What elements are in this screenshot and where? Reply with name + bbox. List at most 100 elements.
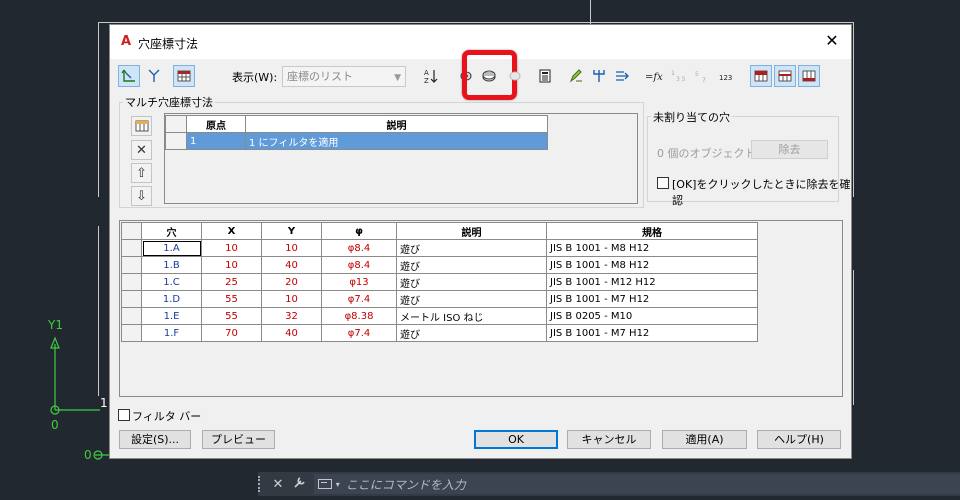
renumber-gray-icon[interactable]: 57 [692,65,714,87]
spec-cell[interactable]: JIS B 0205 - M10 [546,307,758,325]
move-down-button[interactable]: ⇩ [131,186,152,206]
command-bar-grip[interactable] [258,476,264,492]
column-header-description[interactable]: 説明 [396,222,547,240]
filter-bar-checkbox[interactable] [118,409,130,421]
table-row[interactable]: 1.B 10 40 φ8.4 遊び JIS B 1001 - M8 H12 [121,256,758,274]
description-cell[interactable]: 遊び [396,239,547,257]
x-cell[interactable]: 55 [201,290,262,308]
x-cell[interactable]: 55 [201,307,262,325]
cancel-button[interactable]: キャンセル [567,430,651,449]
row-header[interactable] [121,239,142,257]
table-footer-button[interactable] [798,65,820,87]
hole-cell[interactable]: 1.A [141,239,202,257]
x-cell[interactable]: 25 [201,273,262,291]
column-header-y[interactable]: Y [261,222,322,240]
axis-direction-button[interactable] [143,65,165,87]
hole-cell[interactable]: 1.D [141,290,202,308]
description-cell[interactable]: 遊び [396,273,547,291]
hole-cell[interactable]: 1.E [141,307,202,325]
number-sequence-icon[interactable]: 123 [716,65,738,87]
add-row-button[interactable] [131,116,152,136]
dialog-close-button[interactable]: ✕ [823,31,841,51]
origin-select-button[interactable] [118,65,140,87]
x-cell[interactable]: 10 [201,256,262,274]
column-header-spec[interactable]: 規格 [546,222,758,240]
phi-cell[interactable]: φ7.4 [321,324,397,342]
apply-button[interactable]: 適用(A) [662,430,747,449]
edit-pencil-icon[interactable] [565,65,587,87]
hole-gray-button[interactable] [504,65,526,87]
calculator-icon[interactable] [534,65,556,87]
confirm-remove-checkbox[interactable] [657,177,669,189]
spec-cell[interactable]: JIS B 1001 - M8 H12 [546,239,758,257]
column-header-description[interactable]: 説明 [245,115,548,133]
table-row[interactable]: 1.F 70 40 φ7.4 遊び JIS B 1001 - M7 H12 [121,324,758,342]
y-cell[interactable]: 40 [261,256,322,274]
wrench-icon[interactable] [292,475,308,493]
spec-cell[interactable]: JIS B 1001 - M7 H12 [546,324,758,342]
drawing-frame-vertical-tick [590,0,591,24]
row-header[interactable] [121,256,142,274]
phi-cell[interactable]: φ8.4 [321,239,397,257]
description-cell[interactable]: 遊び [396,290,547,308]
y-cell[interactable]: 32 [261,307,322,325]
phi-cell[interactable]: φ8.4 [321,256,397,274]
drawing-frame-left [98,22,99,197]
column-header-hole[interactable]: 穴 [141,222,202,240]
svg-text:7: 7 [702,77,706,84]
y-cell[interactable]: 20 [261,273,322,291]
table-row[interactable]: 1.A 10 10 φ8.4 遊び JIS B 1001 - M8 H12 [121,239,758,257]
column-header-origin[interactable]: 原点 [186,115,246,133]
hole-cell[interactable]: 1.B [141,256,202,274]
display-dropdown[interactable]: 座標のリスト ▼ [282,66,406,87]
description-cell[interactable]: 遊び [396,324,547,342]
table-row[interactable]: 1.C 25 20 φ13 遊び JIS B 1001 - M12 H12 [121,273,758,291]
row-header[interactable] [121,307,142,325]
x-cell[interactable]: 70 [201,324,262,342]
formula-fx-icon[interactable]: =fx [643,65,665,87]
column-header-phi[interactable]: φ [321,222,397,240]
origin-cell[interactable]: 1 [186,132,246,150]
help-button[interactable]: ヘルプ(H) [757,430,841,449]
move-up-button[interactable]: ⇧ [131,163,152,183]
hole-cell[interactable]: 1.C [141,273,202,291]
spec-cell[interactable]: JIS B 1001 - M12 H12 [546,273,758,291]
phi-cell[interactable]: φ7.4 [321,290,397,308]
spec-cell[interactable]: JIS B 1001 - M7 H12 [546,290,758,308]
phi-cell[interactable]: φ13 [321,273,397,291]
close-icon[interactable]: ✕ [270,477,286,492]
table-title-button[interactable] [774,65,796,87]
x-cell[interactable]: 10 [201,239,262,257]
row-header[interactable] [121,273,142,291]
table-row[interactable]: 1.D 55 10 φ7.4 遊び JIS B 1001 - M7 H12 [121,290,758,308]
delete-row-button[interactable]: ✕ [131,140,152,160]
y-cell[interactable]: 10 [261,290,322,308]
column-header-x[interactable]: X [201,222,262,240]
description-cell[interactable]: 1 にフィルタを適用 [245,132,548,150]
table-header-button[interactable] [750,65,772,87]
remove-button[interactable]: 除去 [751,140,828,159]
ok-button[interactable]: OK [474,430,558,449]
row-header[interactable] [121,290,142,308]
fork-icon[interactable] [588,65,610,87]
row-header[interactable] [165,132,187,150]
phi-cell[interactable]: φ8.38 [321,307,397,325]
command-input[interactable]: ▾ ここにコマンドを入力 [313,474,960,494]
chevron-down-icon[interactable]: ▾ [336,480,340,489]
table-row[interactable]: 1 1 にフィルタを適用 [165,132,548,150]
description-cell[interactable]: メートル ISO ねじ [396,307,547,325]
hole-cell[interactable]: 1.F [141,324,202,342]
table-view-button[interactable] [173,65,195,87]
preview-button[interactable]: プレビュー [202,430,275,449]
table-row[interactable]: 1.E 55 32 φ8.38 メートル ISO ねじ JIS B 0205 -… [121,307,758,325]
ucs-zero-label: 0 [51,418,59,432]
spec-cell[interactable]: JIS B 1001 - M8 H12 [546,256,758,274]
y-cell[interactable]: 40 [261,324,322,342]
sort-az-button[interactable]: AZ [420,65,442,87]
settings-button[interactable]: 設定(S)... [119,430,191,449]
row-header[interactable] [121,324,142,342]
numbering-gray-icon[interactable]: 13 5 [668,65,690,87]
branch-right-icon[interactable] [611,65,633,87]
description-cell[interactable]: 遊び [396,256,547,274]
y-cell[interactable]: 10 [261,239,322,257]
